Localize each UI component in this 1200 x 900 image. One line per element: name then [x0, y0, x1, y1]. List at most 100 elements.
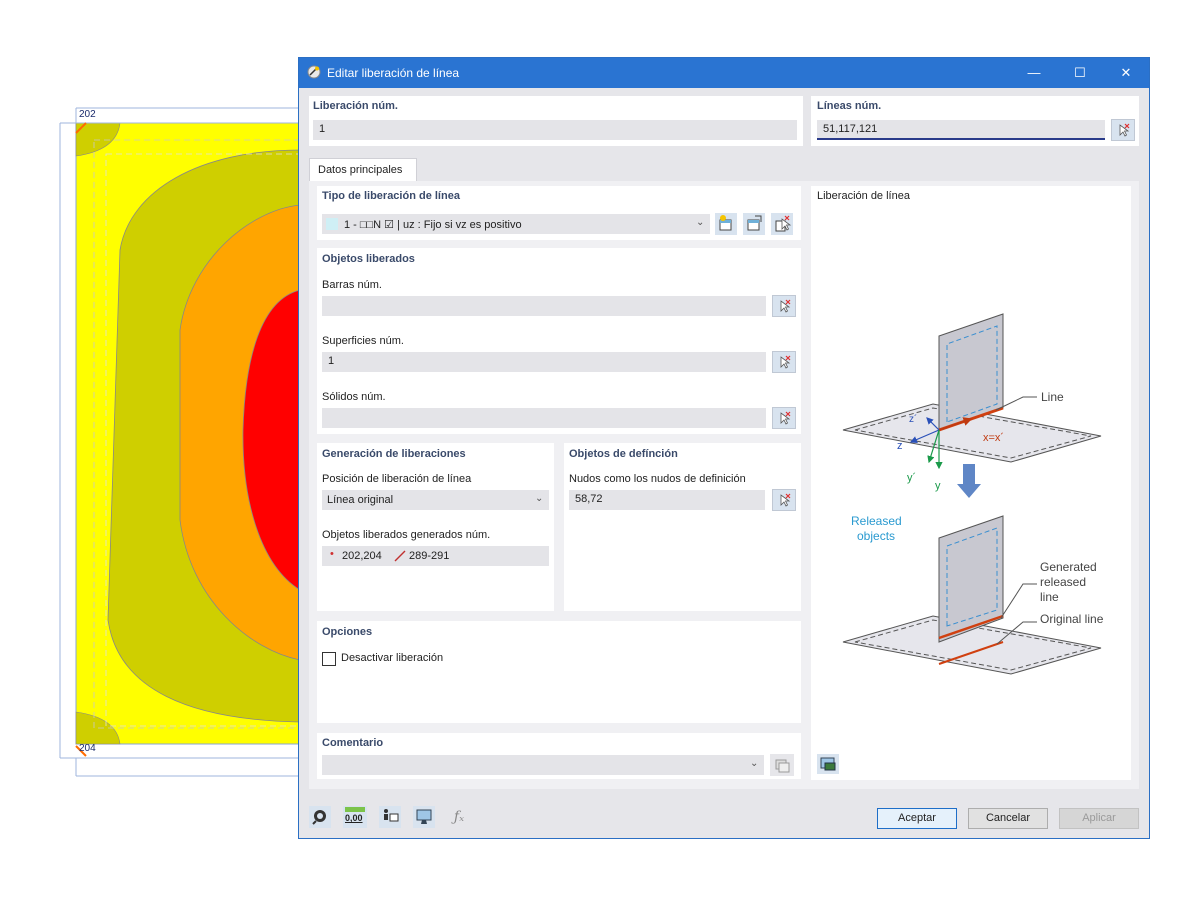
options-heading: Opciones: [322, 626, 373, 638]
members-input[interactable]: [322, 296, 766, 316]
title-bar: Editar liberación de línea — ☐ ✕: [299, 58, 1149, 88]
surfaces-input[interactable]: 1: [322, 352, 766, 372]
generation-heading: Generación de liberaciones: [322, 448, 466, 460]
solids-label: Sólidos núm.: [322, 391, 386, 403]
release-no-panel: Liberación núm. 1: [309, 96, 803, 146]
color-swatch: [326, 218, 338, 230]
node-icon: •: [330, 548, 334, 560]
line-icon: [394, 550, 406, 562]
pick-members-button[interactable]: [772, 295, 796, 317]
pick-lines-button[interactable]: [1111, 119, 1135, 141]
line-release-diagram: [842, 313, 1102, 675]
generated-objects-field: • 202,204 289-291: [322, 546, 549, 566]
pick-cursor-icon: [775, 215, 792, 232]
units-button[interactable]: 0,00: [343, 806, 367, 828]
released-objects-panel: Objetos liberados Barras núm. Superficie…: [317, 248, 801, 434]
comment-panel: Comentario ⌄: [317, 733, 801, 779]
solids-input[interactable]: [322, 408, 766, 428]
comment-input[interactable]: ⌄: [322, 755, 764, 775]
export-image-icon: [820, 757, 836, 771]
units-icon-bar: [345, 807, 365, 812]
app-icon: [307, 65, 321, 79]
diagram-label-y: y: [935, 480, 941, 492]
pick-solids-button[interactable]: [772, 407, 796, 429]
release-type-select[interactable]: 1 - □□N ☑ | uz : Fijo si vz es positivo …: [322, 214, 710, 234]
close-button[interactable]: ✕: [1103, 58, 1149, 88]
diagram-label-generated-1: Generated: [1040, 560, 1097, 574]
definition-nodes-label: Nudos como los nudos de definición: [569, 473, 746, 485]
deactivate-checkbox[interactable]: [322, 652, 336, 666]
edit-release-type-button[interactable]: [743, 213, 765, 235]
generated-lines: 289-291: [409, 550, 450, 562]
released-objects-heading: Objetos liberados: [322, 253, 415, 265]
pick-surfaces-button[interactable]: [772, 351, 796, 373]
node-label-202: 202: [79, 109, 96, 120]
comment-library-button[interactable]: [770, 754, 794, 776]
lines-no-label: Líneas núm.: [817, 100, 882, 112]
position-label: Posición de liberación de línea: [322, 473, 472, 485]
diagram-label-x-axis: x=x´: [983, 432, 1005, 444]
definition-nodes-input[interactable]: 58,72: [569, 490, 765, 510]
diagram-label-released-1: Released: [851, 514, 902, 528]
release-generation-panel: Generación de liberaciones Posición de l…: [317, 443, 554, 611]
tab-main-data[interactable]: Datos principales: [309, 158, 417, 182]
diagram-label-generated-2: released: [1040, 575, 1087, 589]
definition-heading: Objetos de defínción: [569, 448, 678, 460]
accept-button[interactable]: Aceptar: [877, 808, 957, 829]
pick-cursor-icon: [780, 355, 791, 369]
edit-line-release-dialog: Editar liberación de línea — ☐ ✕ Liberac…: [298, 57, 1150, 839]
release-type-panel: Tipo de liberación de línea 1 - □□N ☑ | …: [317, 186, 801, 240]
deactivate-label: Desactivar liberación: [341, 652, 444, 664]
pick-cursor-icon: [780, 299, 791, 313]
generated-nodes: 202,204: [342, 550, 382, 562]
diagram-panel: Liberación de línea Line z´ x=x´ z y´ y …: [811, 186, 1131, 780]
maximize-button[interactable]: ☐: [1057, 58, 1103, 88]
dialog-title: Editar liberación de línea: [327, 66, 460, 80]
comment-library-icon: [775, 759, 790, 773]
diagram-label-z: z: [897, 440, 903, 452]
release-no-field[interactable]: 1: [313, 120, 797, 140]
monitor-icon: [416, 809, 432, 824]
cancel-button[interactable]: Cancelar: [968, 808, 1048, 829]
display-button[interactable]: [413, 806, 435, 828]
options-panel: Opciones Desactivar liberación: [317, 621, 801, 723]
diagram-label-released-2: objects: [857, 529, 896, 543]
position-value: Línea original: [327, 494, 394, 506]
apply-button[interactable]: Aplicar: [1059, 808, 1139, 829]
pick-cursor-icon: [780, 411, 791, 425]
person-table-icon: [384, 809, 399, 822]
diagram-label-original-line: Original line: [1040, 612, 1104, 626]
release-type-heading: Tipo de liberación de línea: [322, 190, 460, 202]
chevron-down-icon: ⌄: [696, 217, 705, 228]
help-button[interactable]: [309, 806, 331, 828]
units-icon: 0,00: [345, 813, 363, 823]
new-release-type-button[interactable]: [715, 213, 737, 235]
formula-button[interactable]: ƒₓ: [447, 806, 471, 828]
pick-release-type-button[interactable]: [771, 213, 793, 235]
diagram-label-y-prime: y´: [907, 472, 917, 484]
pick-definition-nodes-button[interactable]: [772, 489, 796, 511]
pick-cursor-icon: [780, 493, 791, 507]
generated-objects-label: Objetos liberados generados núm.: [322, 529, 491, 541]
release-no-label: Liberación núm.: [313, 100, 398, 112]
diagram-label-line: Line: [1041, 390, 1064, 404]
search-help-icon: [312, 810, 326, 825]
definition-objects-panel: Objetos de defínción Nudos como los nudo…: [564, 443, 801, 611]
position-select[interactable]: Línea original ⌄: [322, 490, 549, 510]
lines-no-panel: Líneas núm. 51,117,121: [811, 96, 1139, 146]
edit-icon: [747, 215, 762, 231]
table-button[interactable]: [379, 806, 401, 828]
diagram-label-z-prime: z´: [909, 414, 918, 425]
lines-no-input[interactable]: 51,117,121: [817, 120, 1105, 140]
comment-heading: Comentario: [322, 737, 384, 749]
minimize-button[interactable]: —: [1011, 58, 1057, 88]
pick-cursor-icon: [1119, 123, 1130, 137]
diagram-export-button[interactable]: [817, 754, 839, 774]
chevron-down-icon: ⌄: [750, 758, 759, 769]
new-icon: [719, 215, 732, 231]
function-icon: ƒₓ: [453, 809, 465, 825]
members-label: Barras núm.: [322, 279, 382, 291]
release-type-value: 1 - □□N ☑ | uz : Fijo si vz es positivo: [344, 219, 522, 231]
chevron-down-icon: ⌄: [535, 493, 544, 504]
surfaces-label: Superficies núm.: [322, 335, 404, 347]
